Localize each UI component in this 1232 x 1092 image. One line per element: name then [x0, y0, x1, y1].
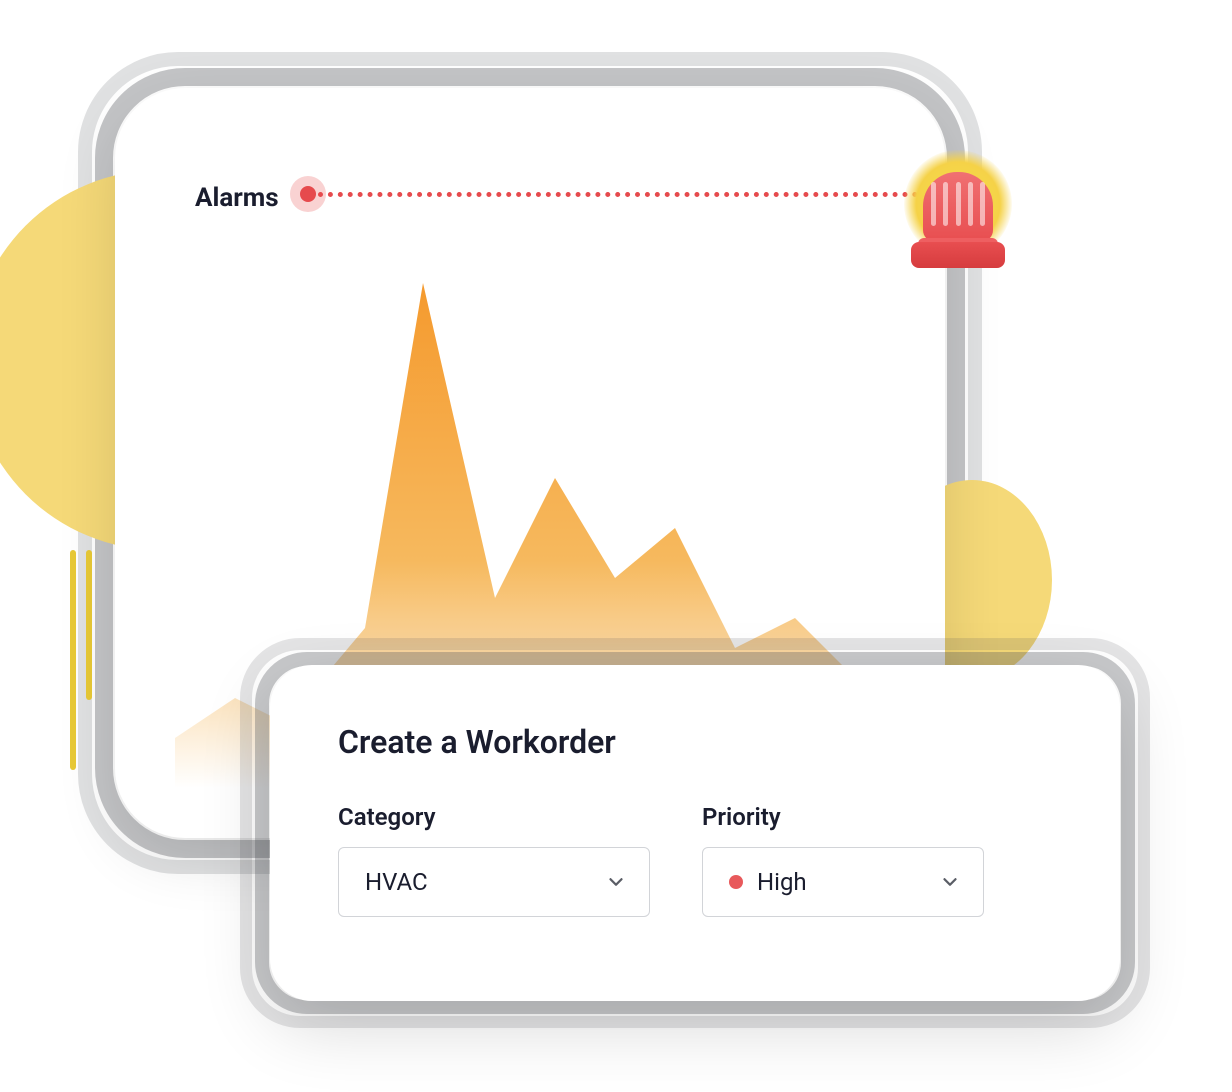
- chevron-down-icon: [605, 871, 627, 893]
- decorative-drip: [86, 550, 92, 700]
- category-value: HVAC: [365, 868, 428, 896]
- priority-field: Priority High: [702, 803, 984, 917]
- priority-dot-icon: [729, 875, 743, 889]
- priority-value-text: High: [757, 868, 807, 896]
- workorder-title: Create a Workorder: [338, 723, 1052, 761]
- peak-point-dot: [300, 186, 316, 202]
- decorative-drip: [70, 550, 76, 770]
- workorder-card: Create a Workorder Category HVAC Priorit…: [270, 665, 1120, 1001]
- alarm-beacon-icon: [898, 128, 1018, 278]
- alarm-connector-line: [318, 192, 918, 197]
- priority-value: High: [729, 868, 807, 896]
- category-field: Category HVAC: [338, 803, 650, 917]
- priority-label: Priority: [702, 803, 984, 831]
- chevron-down-icon: [939, 871, 961, 893]
- category-dropdown[interactable]: HVAC: [338, 847, 650, 917]
- priority-dropdown[interactable]: High: [702, 847, 984, 917]
- alarms-title: Alarms: [195, 183, 279, 213]
- category-label: Category: [338, 803, 650, 831]
